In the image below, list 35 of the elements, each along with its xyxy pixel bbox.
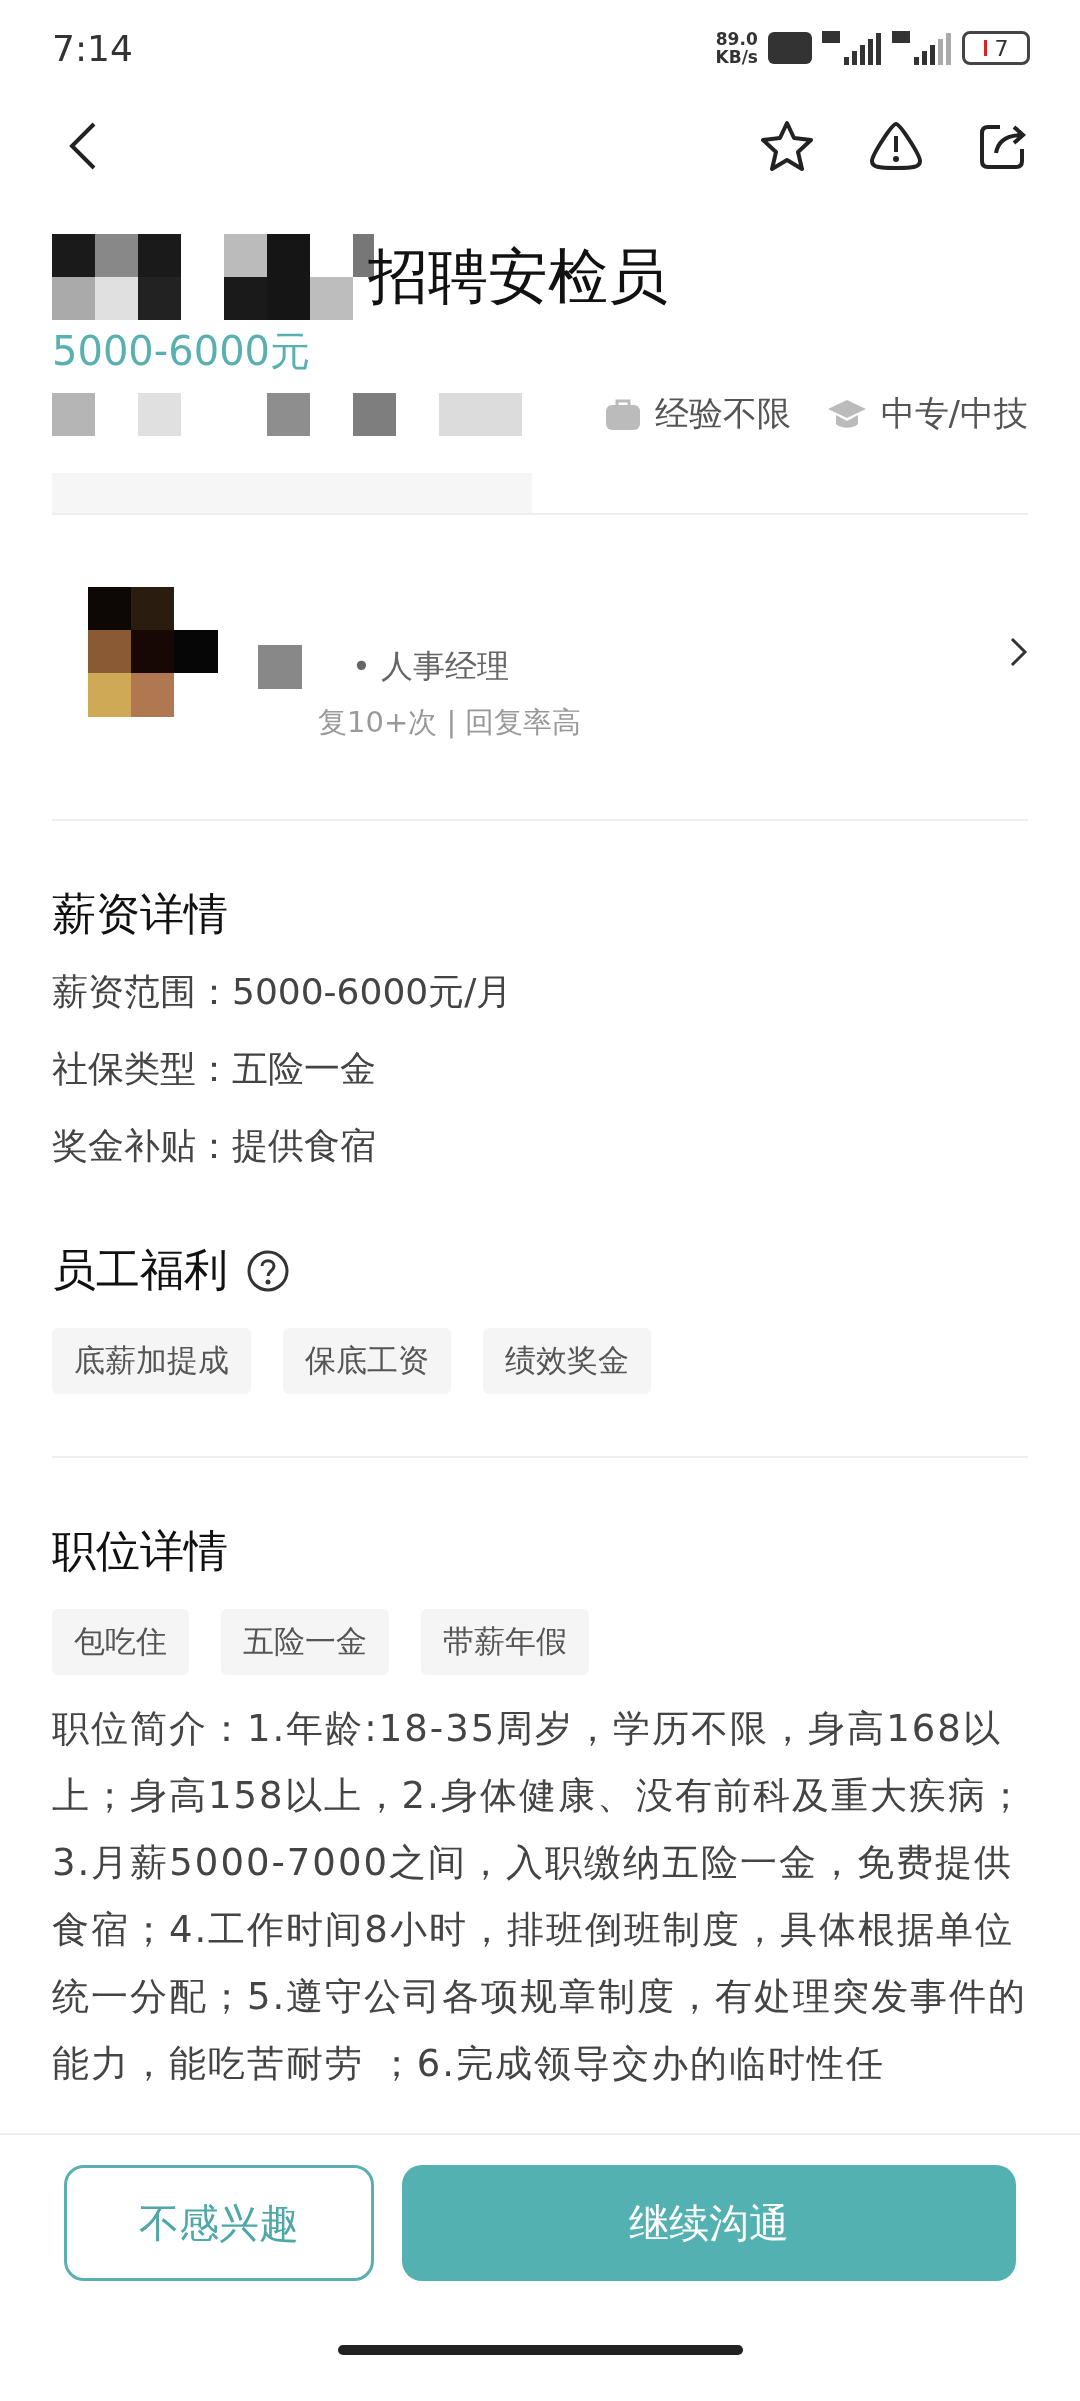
battery-indicator: 7 [962, 31, 1030, 65]
section-heading: 薪资详情 [52, 887, 229, 941]
briefcase-icon [604, 397, 641, 431]
position-tag: 五险一金 [221, 1609, 389, 1675]
salary-detail: 社保类型：五险一金 [52, 1047, 377, 1091]
section-heading: 职位详情 [52, 1524, 229, 1578]
recruiter-activity: 复10+次 | 回复率高 [317, 704, 583, 741]
star-icon[interactable] [760, 120, 814, 172]
status-time: 7:14 [52, 27, 133, 69]
salary-detail: 薪资范围：5000-6000元/月 [52, 970, 514, 1014]
requirement-label: 中专/中技 [880, 392, 1028, 435]
position-tag: 带薪年假 [421, 1609, 589, 1675]
graduation-cap-icon [826, 398, 867, 430]
salary-range: 5000-6000元 [52, 328, 311, 374]
warning-icon[interactable] [868, 121, 924, 171]
position-tag: 包吃住 [52, 1609, 189, 1675]
back-icon[interactable] [68, 121, 98, 171]
recruiter-card[interactable]: • 人事经理 复10+次 | 回复率高 [52, 515, 1028, 819]
requirement-label: 经验不限 [654, 392, 791, 435]
chevron-right-icon [1010, 637, 1028, 667]
benefit-tag: 绩效奖金 [483, 1328, 651, 1394]
help-icon[interactable] [246, 1248, 290, 1293]
mosaic-drawing [258, 645, 302, 689]
signal-icon [822, 31, 882, 65]
job-description: 职位简介：1.年龄:18-35周岁，学历不限，身高168以上；身高158以上，2.身体健康、没有前科及重大疾病；3.月薪5000-7000之间，入职缴纳五险一金，免费提供食宿；4.工作时间8小时，排班倒班制度，具体根据单位统一分配；5.遵守公司各项规章制度，有处理突发事件的能力，能吃苦耐劳 ；6.完成领导交办的临时性任 [52, 1706, 1028, 2087]
section-heading: 员工福利 [52, 1243, 228, 1297]
recruiter-role: • 人事经理 [352, 646, 510, 687]
not-interested-button[interactable]: 不感兴趣 [64, 2165, 374, 2281]
salary-detail: 奖金补贴：提供食宿 [52, 1124, 377, 1168]
signal-icon [892, 31, 952, 65]
network-speed: 89.0 KB/s [715, 30, 758, 66]
benefit-tag: 保底工资 [283, 1328, 451, 1394]
benefit-tag: 底薪加提成 [52, 1328, 251, 1394]
job-title: 招聘安检员 [368, 239, 668, 313]
continue-chat-button[interactable]: 继续沟通 [402, 2165, 1016, 2281]
